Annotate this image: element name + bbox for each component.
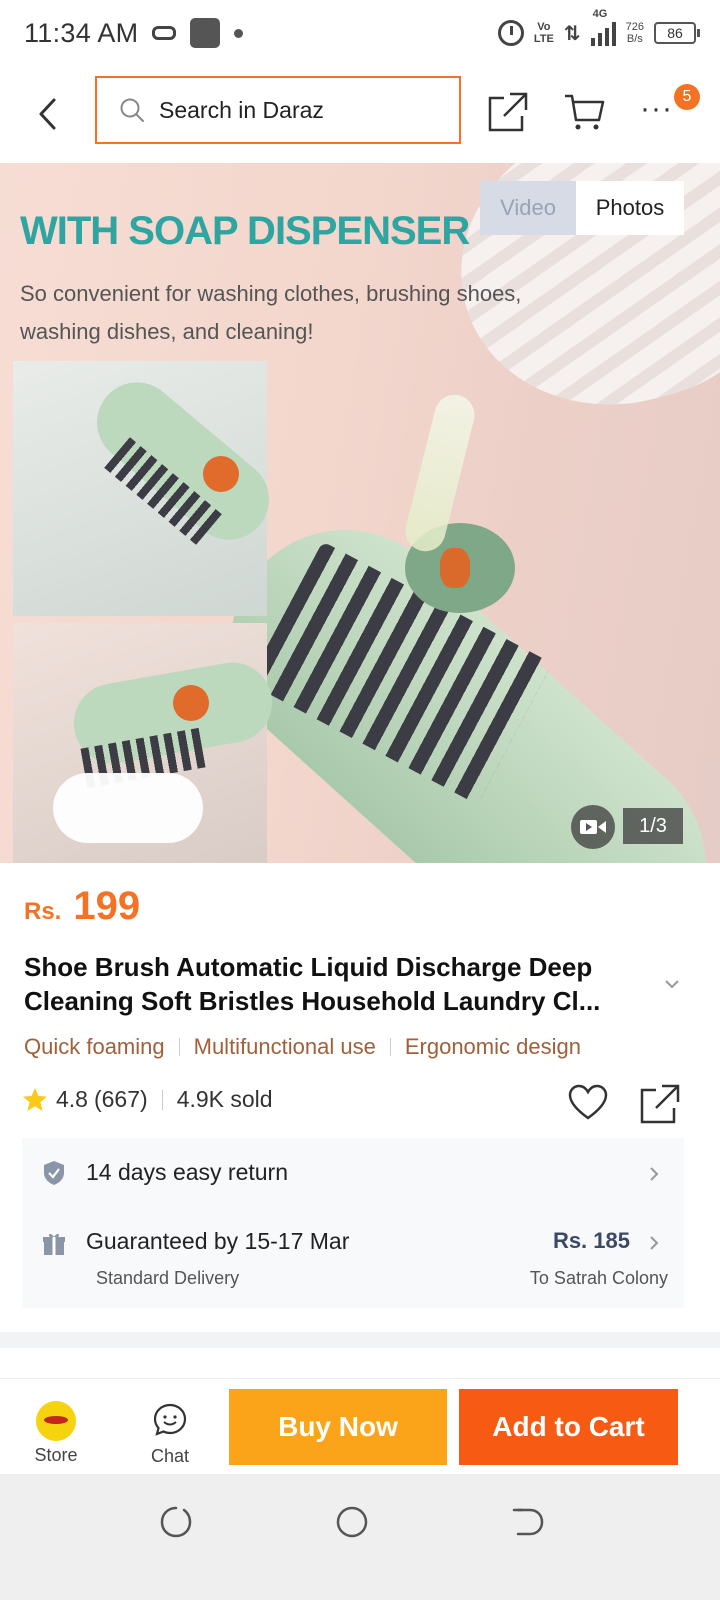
add-to-cart-button[interactable]: Add to Cart <box>459 1389 678 1465</box>
delivery-row[interactable]: Guaranteed by 15-17 Mar Standard Deliver… <box>22 1218 684 1298</box>
store-logo-icon <box>36 1401 76 1441</box>
more-notifications-dot-icon <box>234 28 244 38</box>
video-camera-icon <box>580 820 606 834</box>
chat-button[interactable]: Chat <box>140 1389 200 1469</box>
volte-line1: Vo <box>537 21 551 33</box>
foam-illustration <box>53 773 203 843</box>
return-policy-label: 14 days easy return <box>86 1159 289 1185</box>
back-arrow-icon <box>39 98 56 130</box>
delivery-destination: To Satrah Colony <box>529 1268 668 1288</box>
tab-photos[interactable]: Photos <box>576 181 684 235</box>
search-input[interactable]: Search in Daraz <box>95 76 461 144</box>
inset-knob <box>173 685 209 721</box>
search-placeholder: Search in Daraz <box>159 96 324 123</box>
store-button[interactable]: Store <box>24 1389 88 1469</box>
cart-button[interactable] <box>563 90 605 132</box>
network-speed-unit: B/s <box>626 33 643 45</box>
dispenser-knob-illustration <box>440 548 470 588</box>
more-icon: ··· <box>640 92 673 125</box>
delivery-guarantee: Guaranteed by 15-17 Mar <box>86 1228 350 1254</box>
buy-now-button[interactable]: Buy Now <box>229 1389 447 1465</box>
top-nav: Search in Daraz ··· 5 <box>0 66 720 162</box>
search-icon <box>120 98 144 122</box>
services-panel: 14 days easy return Guaranteed by 15-17 … <box>22 1138 684 1308</box>
rating-value: 4.8 <box>56 1086 88 1112</box>
chevron-down-icon <box>665 980 679 989</box>
shield-icon <box>44 1161 64 1185</box>
review-count: (667) <box>93 1086 148 1112</box>
product-tag: Quick foaming <box>24 1034 165 1059</box>
chat-label: Chat <box>150 1446 190 1466</box>
bottom-action-bar: Store Chat Buy Now Add to Cart <box>0 1378 720 1474</box>
delivery-type: Standard Delivery <box>96 1268 240 1288</box>
star-icon <box>23 1087 47 1111</box>
product-price: Rs. 199 <box>24 884 140 929</box>
data-transfer-icon: ⇅ <box>563 22 581 45</box>
rating-row[interactable]: 4.8 (667) 4.9K sold <box>22 1086 273 1113</box>
network-type: 4G <box>592 8 608 20</box>
status-system-icons: Vo LTE ⇅ 4G 726 B/s 86 <box>497 8 700 46</box>
delivery-fee: Rs. 185 <box>552 1228 630 1253</box>
sold-count: 4.9K sold <box>176 1086 273 1112</box>
system-nav-bar <box>0 1474 720 1600</box>
tag-divider <box>178 1038 180 1056</box>
image-counter: 1/3 <box>623 808 683 844</box>
alarm-icon <box>497 20 524 46</box>
status-notification-icons <box>152 18 244 48</box>
wishlist-button[interactable] <box>568 1084 608 1122</box>
tag-divider <box>389 1038 391 1056</box>
share-button[interactable] <box>488 92 528 132</box>
product-title[interactable]: Shoe Brush Automatic Liquid Discharge De… <box>24 950 664 1018</box>
cart-icon <box>565 94 605 130</box>
expand-title-button[interactable] <box>662 974 682 994</box>
gallery-headline: WITH SOAP DISPENSER <box>20 209 470 253</box>
share-product-button[interactable] <box>640 1084 680 1124</box>
back-nav-icon <box>512 1508 544 1536</box>
status-time: 11:34 AM <box>24 17 139 48</box>
chat-icon <box>153 1403 187 1436</box>
rating-divider <box>161 1089 163 1110</box>
media-toggle: Video Photos <box>480 181 684 235</box>
back-nav-button[interactable] <box>510 1504 546 1540</box>
volte-line2: LTE <box>533 33 554 45</box>
game-controller-icon <box>152 26 177 40</box>
return-policy-row[interactable]: 14 days easy return <box>22 1138 684 1208</box>
network-speed: 726 B/s <box>626 21 644 45</box>
section-divider <box>0 1332 720 1348</box>
recents-button[interactable] <box>158 1504 194 1540</box>
chevron-right-icon <box>650 1236 659 1250</box>
network-signal: 4G <box>590 8 616 46</box>
price-amount: 199 <box>73 884 141 928</box>
gallery-subline: So convenient for washing clothes, brush… <box>20 281 522 344</box>
back-button[interactable] <box>34 94 64 134</box>
chevron-right-icon <box>650 1167 659 1181</box>
inset-knob <box>203 456 239 492</box>
share-icon <box>640 1084 680 1124</box>
product-tag: Multifunctional use <box>193 1034 376 1059</box>
recents-icon <box>160 1506 192 1538</box>
play-video-button[interactable] <box>571 805 615 849</box>
home-icon <box>336 1506 368 1538</box>
product-tags: Quick foaming Multifunctional use Ergono… <box>24 1034 581 1060</box>
signal-bars-icon <box>590 20 616 46</box>
network-speed-value: 726 <box>625 21 644 33</box>
home-button[interactable] <box>334 1504 370 1540</box>
product-image-gallery[interactable]: WITH SOAP DISPENSER So convenient for wa… <box>0 163 720 863</box>
gift-box-icon <box>43 1233 65 1255</box>
product-tag: Ergonomic design <box>404 1034 581 1059</box>
app-notification-icon <box>190 18 221 48</box>
heart-icon <box>568 1084 608 1120</box>
share-icon <box>488 92 528 132</box>
battery-icon: 86 <box>654 22 700 44</box>
notification-badge: 5 <box>674 84 700 110</box>
foam-cleaning-inset <box>13 623 279 863</box>
volte-indicator: Vo LTE <box>534 21 554 45</box>
price-currency: Rs. <box>24 898 62 925</box>
store-label: Store <box>34 1445 78 1465</box>
tab-video[interactable]: Video <box>480 181 576 235</box>
status-bar: 11:34 AM Vo LTE ⇅ 4G 726 B/s 86 <box>0 0 720 66</box>
shoe-cleaning-inset <box>13 361 286 616</box>
